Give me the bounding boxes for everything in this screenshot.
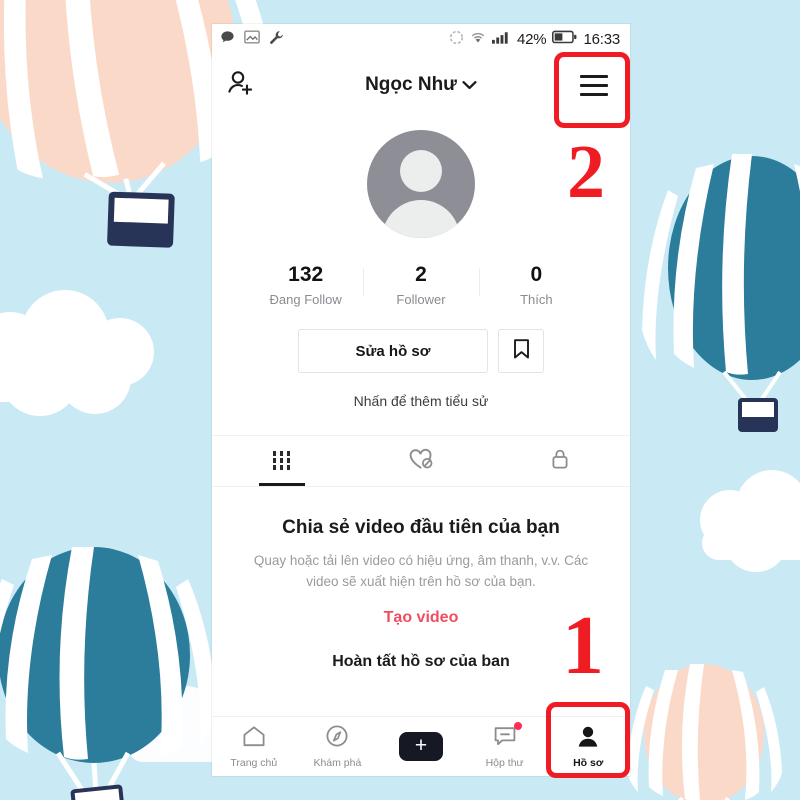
profile-stats: 132 Đang Follow 2 Follower 0 Thích bbox=[212, 262, 630, 307]
heart-slash-icon bbox=[408, 447, 434, 476]
bio-prompt[interactable]: Nhấn để thêm tiểu sử bbox=[212, 393, 630, 409]
clock: 16:33 bbox=[583, 30, 620, 48]
profile-person-icon bbox=[576, 725, 600, 753]
profile-title[interactable]: Ngọc Như bbox=[212, 74, 630, 96]
annotation-number-2: 2 bbox=[567, 130, 605, 214]
compass-icon bbox=[325, 724, 349, 753]
wifi-icon bbox=[470, 31, 486, 48]
nav-label: Hộp thư bbox=[485, 756, 524, 769]
inbox-icon bbox=[493, 721, 522, 753]
profile-username: Ngọc Như bbox=[365, 74, 457, 95]
bookmark-button[interactable] bbox=[498, 329, 544, 374]
status-bar: 42% 16:33 bbox=[212, 24, 630, 54]
chevron-down-icon bbox=[462, 74, 477, 96]
edit-profile-button[interactable]: Sửa hồ sơ bbox=[298, 329, 488, 374]
lock-icon bbox=[550, 447, 570, 476]
avatar[interactable] bbox=[367, 130, 475, 238]
profile-tabs bbox=[212, 435, 630, 488]
nav-item-discover[interactable]: Khám phá bbox=[296, 717, 380, 776]
stat-followers[interactable]: 2 Follower bbox=[363, 262, 478, 307]
stat-label: Thích bbox=[520, 292, 553, 308]
photo-icon bbox=[244, 30, 260, 48]
nav-label: Hồ sơ bbox=[573, 756, 604, 769]
signal-icon bbox=[492, 31, 511, 48]
battery-percent: 42% bbox=[517, 30, 547, 48]
home-icon bbox=[242, 725, 266, 753]
stat-label: Đang Follow bbox=[269, 292, 342, 308]
profile-actions: Sửa hồ sơ bbox=[212, 329, 630, 374]
message-icon bbox=[220, 30, 235, 49]
avatar-body bbox=[382, 200, 460, 238]
bookmark-icon bbox=[512, 338, 531, 365]
inbox-badge bbox=[513, 721, 522, 730]
empty-state-title: Chia sẻ video đầu tiên của bạn bbox=[282, 517, 560, 539]
nav-label: Khám phá bbox=[313, 757, 362, 769]
nav-item-profile[interactable]: Hồ sơ bbox=[546, 717, 630, 776]
tab-private[interactable] bbox=[491, 436, 630, 486]
stat-value: 2 bbox=[415, 263, 427, 286]
stat-value: 0 bbox=[530, 263, 543, 286]
nav-item-home[interactable]: Trang chủ bbox=[212, 717, 296, 776]
bottom-navigation: Trang chủ Khám phá + Hộp thư Hồ sơ bbox=[212, 716, 630, 776]
stat-label: Follower bbox=[396, 292, 446, 308]
nav-item-create[interactable]: + bbox=[379, 717, 463, 776]
avatar-head bbox=[400, 150, 442, 192]
wrench-icon bbox=[269, 30, 284, 49]
app-bar: Ngọc Như bbox=[212, 54, 630, 116]
stat-value: 132 bbox=[288, 263, 324, 286]
plus-create-icon[interactable]: + bbox=[398, 732, 443, 761]
tab-videos[interactable] bbox=[212, 436, 351, 486]
nav-label: Trang chủ bbox=[230, 756, 278, 769]
stat-likes[interactable]: 0 Thích bbox=[478, 262, 594, 308]
add-user-icon[interactable] bbox=[226, 68, 256, 103]
create-video-link[interactable]: Tạo video bbox=[240, 609, 602, 627]
grid-icon bbox=[273, 451, 291, 472]
hamburger-menu-icon[interactable] bbox=[572, 63, 616, 107]
sync-icon bbox=[449, 30, 464, 49]
annotation-number-1: 1 bbox=[562, 599, 604, 692]
battery-icon bbox=[552, 30, 577, 48]
nav-item-inbox[interactable]: Hộp thư bbox=[463, 717, 547, 776]
empty-state-description: Quay hoặc tải lên video có hiệu ứng, âm … bbox=[253, 553, 589, 590]
tab-liked[interactable] bbox=[351, 436, 490, 486]
stat-following[interactable]: 132 Đang Follow bbox=[248, 262, 363, 307]
